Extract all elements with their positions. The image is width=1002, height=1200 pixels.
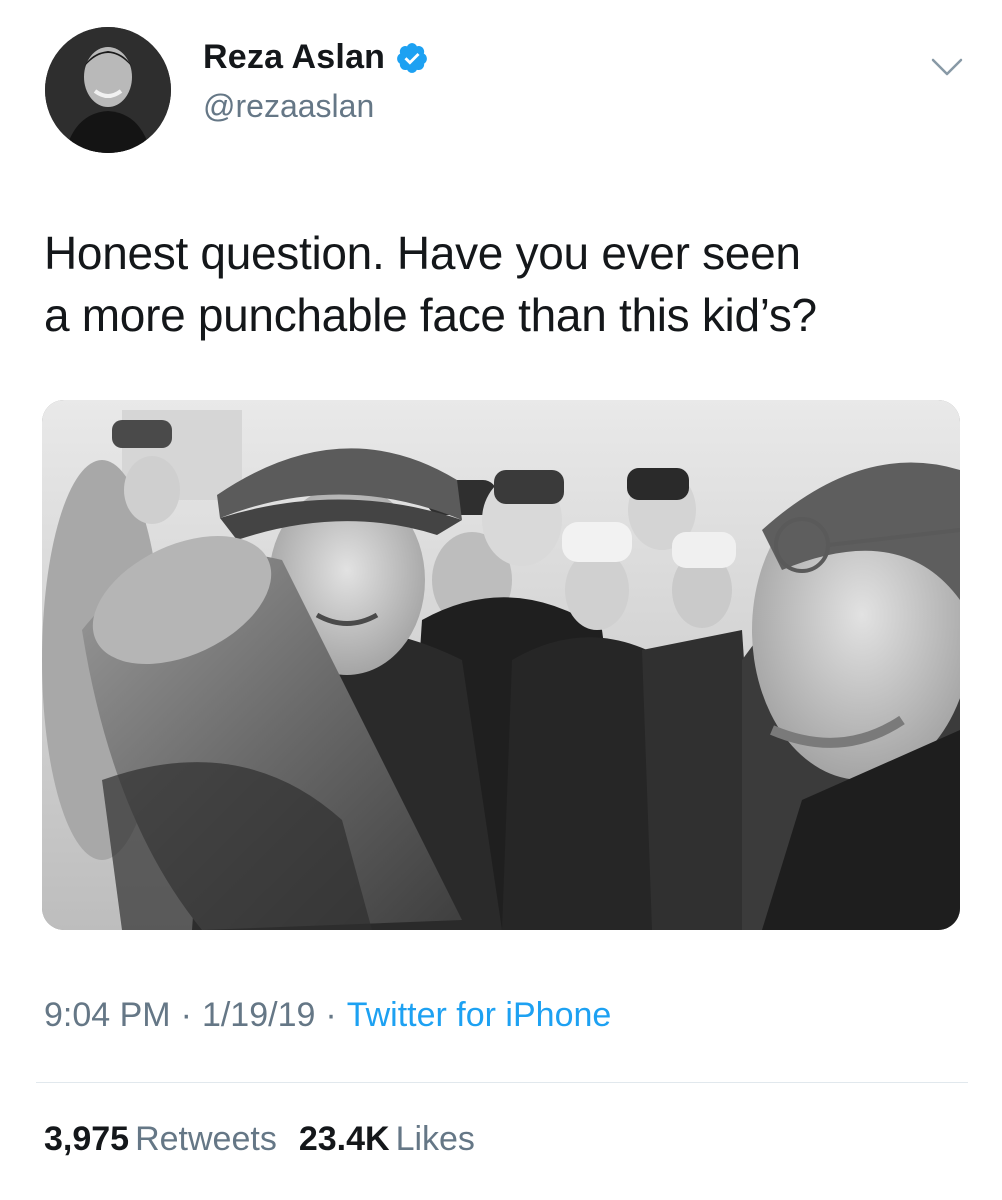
photo-image bbox=[42, 400, 960, 930]
meta-separator: · bbox=[325, 996, 337, 1034]
likes-count: 23.4K bbox=[298, 1120, 390, 1158]
retweets-label: Retweets bbox=[135, 1120, 277, 1158]
tweet-stats: 3,975 Retweets 23.4K Likes bbox=[44, 1120, 475, 1159]
tweet-text-line-2: a more punchable face than this kid’s? bbox=[44, 289, 817, 341]
tweet-date[interactable]: 1/19/19 bbox=[202, 996, 315, 1034]
author-display-name[interactable]: Reza Aslan bbox=[203, 38, 385, 77]
tweet-card: Reza Aslan @rezaaslan Honest question. H… bbox=[0, 0, 1002, 1200]
author-handle[interactable]: @rezaaslan bbox=[203, 88, 374, 125]
tweet-source-link[interactable]: Twitter for iPhone bbox=[347, 996, 612, 1034]
retweets-count: 3,975 bbox=[44, 1120, 130, 1158]
avatar[interactable] bbox=[45, 27, 171, 153]
author-name-row[interactable]: Reza Aslan bbox=[203, 38, 429, 77]
retweets-stat[interactable]: 3,975 Retweets bbox=[44, 1120, 277, 1159]
chevron-down-icon[interactable] bbox=[930, 56, 964, 78]
tweet-meta: 9:04 PM · 1/19/19 · Twitter for iPhone bbox=[44, 996, 611, 1035]
likes-stat[interactable]: 23.4K Likes bbox=[299, 1120, 475, 1159]
verified-badge-icon bbox=[395, 41, 429, 75]
divider bbox=[36, 1082, 968, 1083]
tweet-text: Honest question. Have you ever seen a mo… bbox=[44, 222, 964, 346]
meta-separator: · bbox=[180, 996, 192, 1034]
tweet-time[interactable]: 9:04 PM bbox=[44, 996, 171, 1034]
avatar-image bbox=[45, 27, 171, 153]
tweet-photo[interactable] bbox=[42, 400, 960, 930]
likes-label: Likes bbox=[395, 1120, 475, 1158]
tweet-text-line-1: Honest question. Have you ever seen bbox=[44, 227, 801, 279]
